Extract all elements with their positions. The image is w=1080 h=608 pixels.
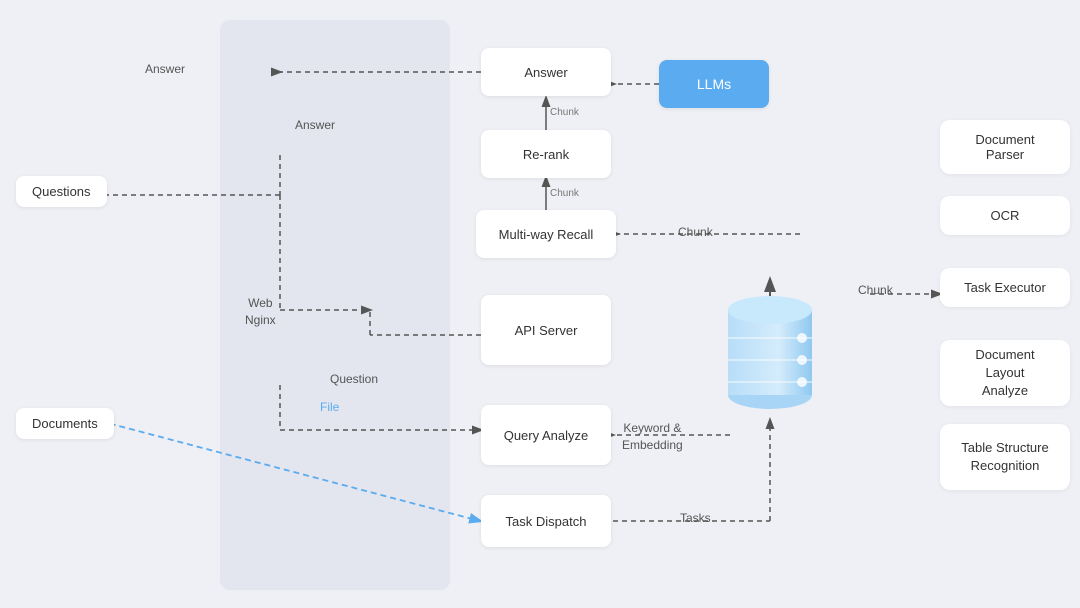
query-analyze-box: Query Analyze: [481, 405, 611, 465]
ocr-box: OCR: [940, 196, 1070, 235]
chunk-label-taskexec: Chunk: [858, 283, 893, 297]
documents-box: Documents: [16, 408, 114, 439]
web-nginx-label: Web Nginx: [245, 295, 276, 329]
answer-label-left: Answer: [145, 62, 185, 76]
answer-label-mid: Answer: [295, 118, 335, 132]
database-cylinder: [720, 270, 820, 425]
doc-layout-box: Document Layout Analyze: [940, 340, 1070, 406]
api-server-box: API Server: [481, 295, 611, 365]
document-parser-box: Document Parser: [940, 120, 1070, 174]
task-executor-box: Task Executor: [940, 268, 1070, 307]
diagram-container: Questions Documents Web Nginx Answer Ans…: [0, 0, 1080, 608]
table-structure-box: Table Structure Recognition: [940, 424, 1070, 490]
chunk-small-2: Chunk: [550, 188, 579, 199]
question-label: Question: [330, 372, 378, 386]
answer-box: Answer: [481, 48, 611, 96]
tasks-label: Tasks: [680, 511, 711, 525]
task-dispatch-box: Task Dispatch: [481, 495, 611, 547]
file-label-top: File: [320, 400, 339, 414]
questions-box: Questions: [16, 176, 107, 207]
rerank-box: Re-rank: [481, 130, 611, 178]
chunk-small-1: Chunk: [550, 107, 579, 118]
multiway-box: Multi-way Recall: [476, 210, 616, 258]
keyword-embedding-label: Keyword & Embedding: [622, 420, 683, 454]
llms-box: LLMs: [659, 60, 769, 108]
chunk-label-right: Chunk: [678, 225, 713, 239]
